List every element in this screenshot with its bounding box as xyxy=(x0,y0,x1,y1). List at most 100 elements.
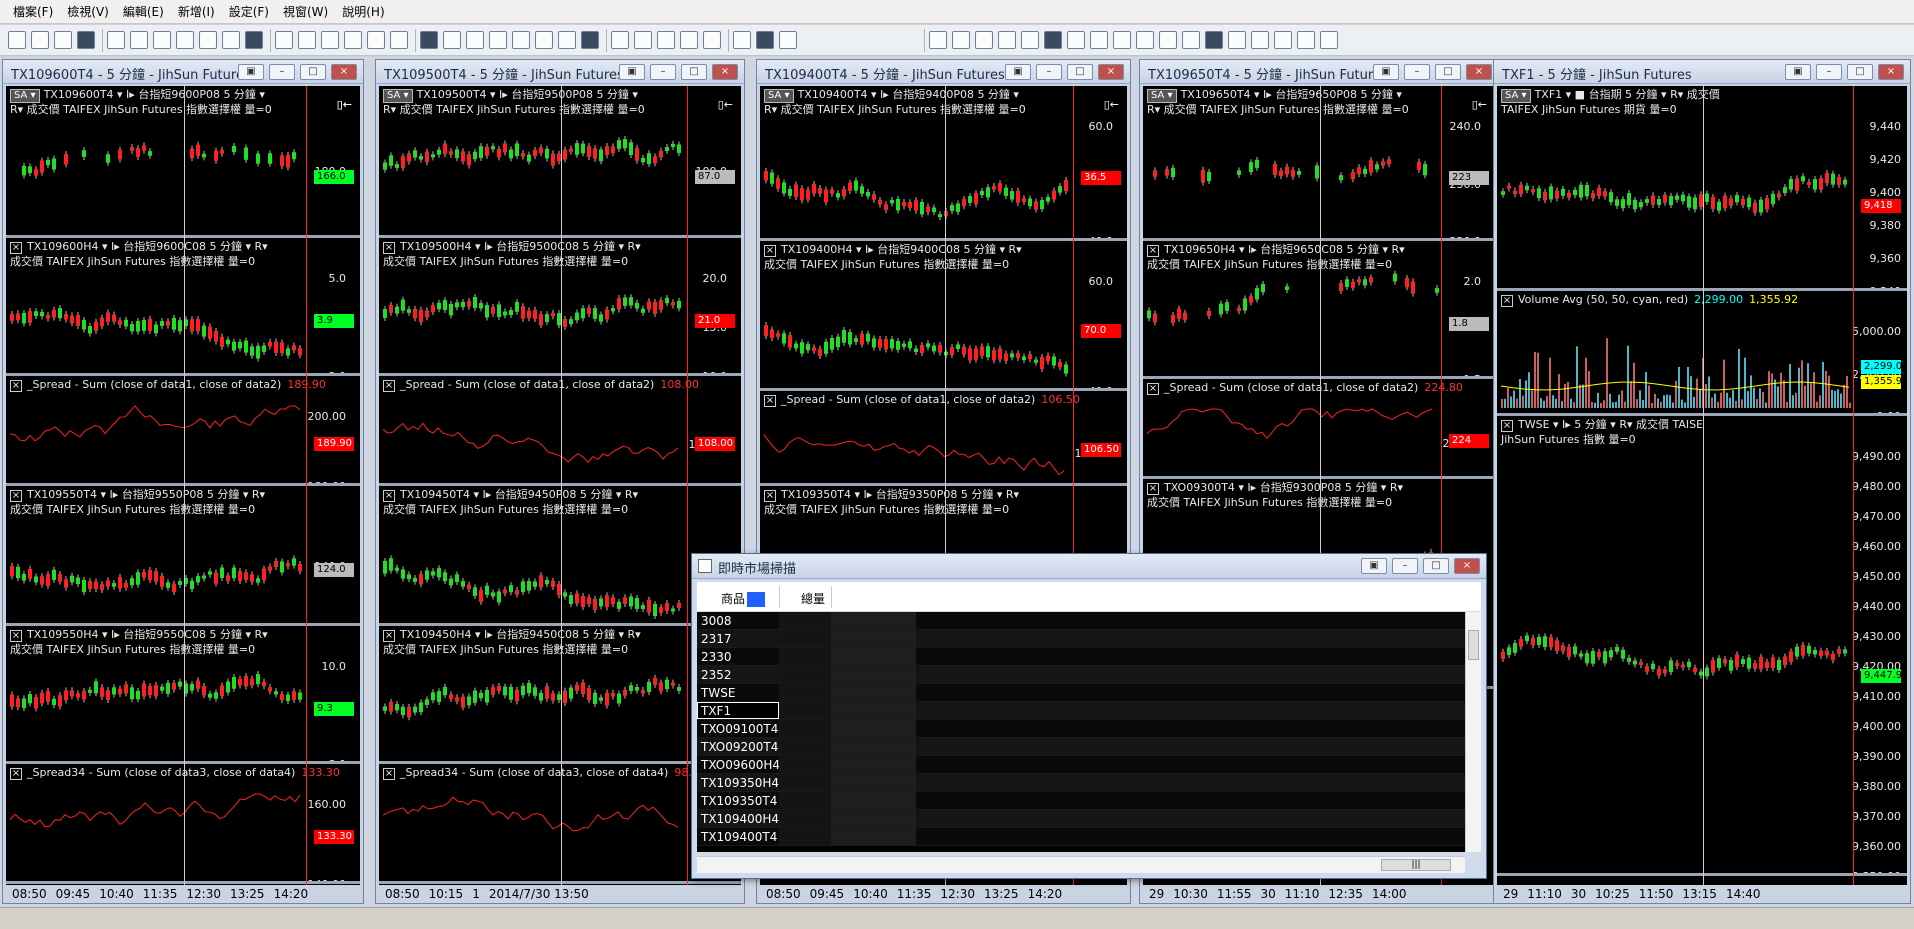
image-icon[interactable] xyxy=(756,31,774,49)
restore-chart-icon[interactable]: ▣ xyxy=(619,64,645,80)
scan-row[interactable]: TXO09200T4 xyxy=(697,738,1465,756)
chart-area[interactable]: SA ▾ TX109600T4 ▾ I▸ 台指短9600P08 5 分鐘 ▾ R▾ … xyxy=(6,86,360,885)
close-button[interactable]: × xyxy=(1454,558,1480,574)
symbol-selector[interactable]: SA ▾ xyxy=(1501,89,1531,103)
chart-window[interactable]: TXF1 - 5 分鐘 - JihSun Futures ▣ – □ × SA ▾ TXF1… xyxy=(1493,59,1911,904)
restore-chart-icon[interactable]: ▣ xyxy=(238,64,264,80)
close-button[interactable]: × xyxy=(712,64,738,80)
window-icon[interactable] xyxy=(779,31,797,49)
maximize-button[interactable]: □ xyxy=(1423,558,1449,574)
pane-close-icon[interactable]: × xyxy=(10,242,22,254)
minimize-button[interactable]: – xyxy=(1816,64,1842,80)
arrow-tool-icon[interactable] xyxy=(680,31,698,49)
maximize-button[interactable]: □ xyxy=(681,64,707,80)
fib-icon[interactable] xyxy=(929,31,947,49)
scan-row[interactable]: TXF1 xyxy=(697,702,1465,720)
minimize-button[interactable]: – xyxy=(650,64,676,80)
pane-close-icon[interactable]: × xyxy=(764,490,776,502)
pane-close-icon[interactable]: × xyxy=(10,380,22,392)
column-header-symbol[interactable]: 商品 xyxy=(721,590,766,607)
symbol-selector[interactable]: SA ▾ xyxy=(1147,89,1177,103)
pane-close-icon[interactable]: × xyxy=(383,630,395,642)
scan-row[interactable]: TXO09100T4 xyxy=(697,720,1465,738)
horizontal-scrollbar[interactable]: ||| xyxy=(697,856,1465,873)
zoom-out-icon[interactable] xyxy=(1182,31,1200,49)
fib-icon[interactable] xyxy=(975,31,993,49)
pane-close-icon[interactable]: × xyxy=(383,490,395,502)
draw-tool-icon[interactable] xyxy=(245,31,263,49)
chart-icon[interactable] xyxy=(130,31,148,49)
new-icon[interactable] xyxy=(8,31,26,49)
scrollbar-thumb[interactable] xyxy=(1468,630,1479,660)
filter-icon[interactable] xyxy=(367,31,385,49)
pane-close-icon[interactable]: × xyxy=(10,768,22,780)
chart-pane[interactable]: SA ▾ TX109400T4 ▾ I▸ 台指短9400P08 5 分鐘 ▾ R▾ … xyxy=(760,86,1127,241)
restore-chart-icon[interactable]: ▣ xyxy=(1785,64,1811,80)
cycle-icon[interactable] xyxy=(1205,31,1223,49)
menu-view[interactable]: 檢視(V) xyxy=(60,0,116,24)
pane-corner-icon[interactable]: ▯← xyxy=(1472,98,1487,111)
chart-icon[interactable] xyxy=(199,31,217,49)
chart-icon[interactable] xyxy=(107,31,125,49)
column-separator[interactable] xyxy=(779,586,780,608)
zoom-in-icon[interactable] xyxy=(1159,31,1177,49)
crosshair-icon[interactable] xyxy=(634,31,652,49)
close-button[interactable]: × xyxy=(1878,64,1904,80)
chart-pane[interactable]: × TWSE ▾ I▸ 5 分鐘 ▾ R▾ 成交價 TAISE JihSun Fut… xyxy=(1497,416,1907,876)
chart-area[interactable]: SA ▾ TXF1 ▾ ■ 台指期 5 分鐘 ▾ R▾ 成交價 TAIFEX Jih… xyxy=(1497,86,1907,885)
filter-icon[interactable] xyxy=(298,31,316,49)
chart-icon[interactable] xyxy=(176,31,194,49)
chart-pane[interactable]: × Volume Avg (50, 50, cyan, red) 2,299.00 1… xyxy=(1497,291,1907,416)
filter-icon[interactable] xyxy=(321,31,339,49)
menu-window[interactable]: 視窗(W) xyxy=(276,0,335,24)
window-title-bar[interactable]: TX109500T4 - 5 分鐘 - JihSun Futures ▣ – □ × xyxy=(376,60,744,84)
chart-window[interactable]: TX109500T4 - 5 分鐘 - JihSun Futures ▣ – □ × SA… xyxy=(375,59,745,904)
menu-edit[interactable]: 編輯(E) xyxy=(116,0,171,24)
chart-pane[interactable]: × _Spread - Sum (close of data1, close of… xyxy=(1143,379,1495,479)
pane-close-icon[interactable]: × xyxy=(383,242,395,254)
symbol-selector[interactable]: SA ▾ xyxy=(383,89,413,103)
scan-row[interactable]: TX109350H4 xyxy=(697,774,1465,792)
chart-area[interactable]: SA ▾ TX109500T4 ▾ I▸ 台指短9500P08 5 分鐘 ▾ R▾ … xyxy=(379,86,741,885)
close-button[interactable]: × xyxy=(1466,64,1492,80)
column-header-volume[interactable]: 總量 xyxy=(801,590,825,607)
pane-close-icon[interactable]: × xyxy=(10,490,22,502)
scrollbar-thumb[interactable]: ||| xyxy=(1381,859,1451,871)
cursor-icon[interactable] xyxy=(611,31,629,49)
scan-row[interactable]: TX109400H4 xyxy=(697,810,1465,828)
bar-tool-icon[interactable] xyxy=(558,31,576,49)
pane-close-icon[interactable]: × xyxy=(764,245,776,257)
pane-close-icon[interactable]: × xyxy=(10,630,22,642)
pane-close-icon[interactable]: × xyxy=(1147,245,1159,257)
fib-icon[interactable] xyxy=(1136,31,1154,49)
sort-icon[interactable] xyxy=(747,592,766,607)
bar-tool-icon[interactable] xyxy=(512,31,530,49)
fib-icon[interactable] xyxy=(1044,31,1062,49)
pane-close-icon[interactable]: × xyxy=(1147,483,1159,495)
restore-chart-icon[interactable]: ▣ xyxy=(1005,64,1031,80)
chart-pane[interactable]: × TX109650H4 ▾ I▸ 台指短9650C08 5 分鐘 ▾ R▾ 成交價… xyxy=(1143,241,1495,379)
print-icon[interactable] xyxy=(77,31,95,49)
screen-icon[interactable] xyxy=(733,31,751,49)
scan-row[interactable]: 2352 xyxy=(697,666,1465,684)
fib-icon[interactable] xyxy=(952,31,970,49)
pane-corner-icon[interactable]: ▯← xyxy=(718,98,733,111)
chart-pane[interactable]: SA ▾ TXF1 ▾ ■ 台指期 5 分鐘 ▾ R▾ 成交價 TAIFEX Jih… xyxy=(1497,86,1907,291)
window-title-bar[interactable]: TX109400T4 - 5 分鐘 - JihSun Futures ▣ – □ × xyxy=(757,60,1130,84)
bar-tool-icon[interactable] xyxy=(535,31,553,49)
pane-close-icon[interactable]: × xyxy=(764,395,776,407)
eye-icon[interactable] xyxy=(1297,31,1315,49)
fib-icon[interactable] xyxy=(1067,31,1085,49)
filter-icon[interactable] xyxy=(344,31,362,49)
pane-close-icon[interactable]: × xyxy=(1501,295,1513,307)
window-title-bar[interactable]: TX109600T4 - 5 分鐘 - JihSun Futures ▣ – □ × xyxy=(3,60,363,84)
window-title-bar[interactable]: TX109650T4 - 5 分鐘 - JihSun Futures ▣ – □ × xyxy=(1140,60,1498,84)
menu-file[interactable]: 檔案(F) xyxy=(6,0,60,24)
scan-row[interactable]: TX109400T4 xyxy=(697,828,1465,846)
vertical-scrollbar[interactable] xyxy=(1465,612,1481,852)
save-icon[interactable] xyxy=(54,31,72,49)
scan-row[interactable]: TXO09600H4 xyxy=(697,756,1465,774)
maximize-button[interactable]: □ xyxy=(1847,64,1873,80)
restore-chart-icon[interactable]: ▣ xyxy=(1373,64,1399,80)
dialog-title-bar[interactable]: 即時市場掃描 ▣ – □ × xyxy=(692,554,1486,579)
